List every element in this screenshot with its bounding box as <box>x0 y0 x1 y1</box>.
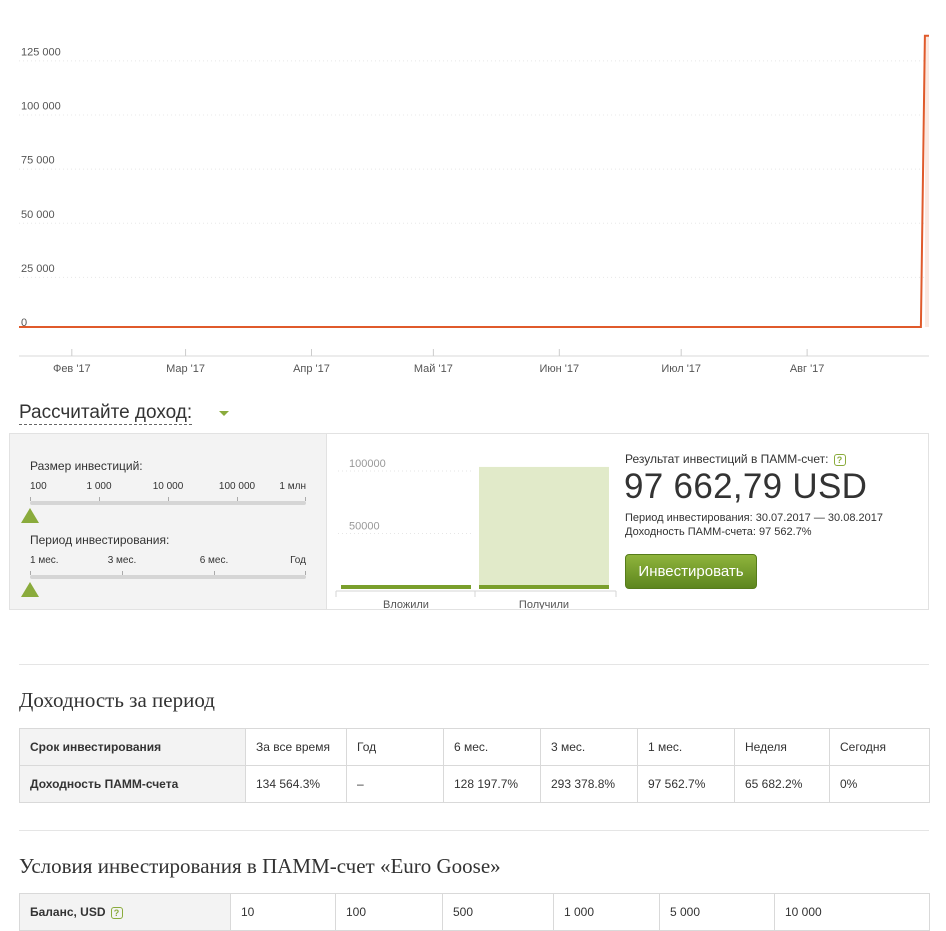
result-period: Период инвестирования: 30.07.2017 — 30.0… <box>625 512 883 524</box>
equity-line-chart: 125 000100 00075 00050 00025 0000Фев '17… <box>0 0 946 385</box>
investment-period-slider[interactable] <box>30 575 306 579</box>
table-cell: – <box>347 766 444 803</box>
table-cell: 0% <box>830 766 930 803</box>
bar-category-label: Вложили <box>383 599 429 609</box>
y-tick-label: 25 000 <box>21 263 55 275</box>
y-tick-label: 75 000 <box>21 155 55 167</box>
table-cell: За все время <box>246 729 347 766</box>
invest-button[interactable]: Инвестировать <box>625 554 757 589</box>
table-cell: 293 378.8% <box>541 766 638 803</box>
slider-tick-mark <box>30 571 31 575</box>
table-cell: 128 197.7% <box>444 766 541 803</box>
bar-grid-label: 100000 <box>349 458 386 470</box>
table-cell: Сегодня <box>830 729 930 766</box>
calculator-panel: Размер инвестиций: 100 1 000 10 000 100 000… <box>9 433 929 610</box>
result-label: Результат инвестиций в ПАММ-счет:? <box>625 452 846 466</box>
equity-chart: 125 000100 00075 00050 00025 0000Фев '17… <box>0 0 946 385</box>
result-yield: Доходность ПАММ-счета: 97 562.7% <box>625 526 812 538</box>
result-bar-chart: 100000 50000 Вложили Получили <box>328 434 622 609</box>
bar-base <box>479 585 609 589</box>
slider-tick-label[interactable]: 100 000 <box>219 481 255 492</box>
table-cell: 10 000 <box>775 894 930 931</box>
slider-tick-label[interactable]: 1 000 <box>86 481 111 492</box>
series-area <box>925 36 929 327</box>
bar <box>479 467 609 589</box>
table-cell: 97 562.7% <box>638 766 735 803</box>
result-label-text: Результат инвестиций в ПАММ-счет: <box>625 452 829 466</box>
investment-period-label: Период инвестирования: <box>30 533 169 547</box>
table-row: Доходность ПАММ-счета 134 564.3% – 128 1… <box>20 766 930 803</box>
investment-period-ticks: 1 мес. 3 мес. 6 мес. Год <box>30 555 306 567</box>
table-cell: 500 <box>443 894 554 931</box>
calculator-sliders: Размер инвестиций: 100 1 000 10 000 100 000… <box>10 434 327 609</box>
result-panel: Результат инвестиций в ПАММ-счет:? 97 66… <box>625 434 925 609</box>
slider-tick-mark <box>122 571 123 575</box>
table-row: Баланс, USD? 10 100 500 1 000 5 000 10 0… <box>20 894 930 931</box>
slider-tick-label[interactable]: 6 мес. <box>200 555 229 566</box>
slider-tick-mark <box>30 497 31 501</box>
table-cell: 100 <box>336 894 443 931</box>
table-cell: 6 мес. <box>444 729 541 766</box>
investment-size-handle[interactable] <box>21 508 39 523</box>
series-line <box>19 36 929 327</box>
row-header: Доходность ПАММ-счета <box>20 766 246 803</box>
y-tick-label: 50 000 <box>21 209 55 221</box>
row-header: Срок инвестирования <box>20 729 246 766</box>
result-bar-chart-svg: 100000 50000 Вложили Получили <box>328 434 622 609</box>
slider-tick-mark <box>214 571 215 575</box>
table-row: Срок инвестирования За все время Год 6 м… <box>20 729 930 766</box>
x-tick-label: Июн '17 <box>540 363 580 375</box>
x-tick-label: Апр '17 <box>293 363 330 375</box>
slider-tick-label[interactable]: 100 <box>30 481 47 492</box>
table-cell: 5 000 <box>660 894 775 931</box>
help-icon[interactable]: ? <box>111 907 123 919</box>
slider-tick-label[interactable]: Год <box>290 555 306 566</box>
table-cell: 65 682.2% <box>735 766 830 803</box>
table-cell: 3 мес. <box>541 729 638 766</box>
bar-category-label: Получили <box>519 599 569 609</box>
investment-size-slider[interactable] <box>30 501 306 505</box>
slider-tick-label[interactable]: 3 мес. <box>108 555 137 566</box>
x-tick-label: Фев '17 <box>53 363 91 375</box>
bar-grid-label: 50000 <box>349 521 380 533</box>
x-tick-label: Мар '17 <box>166 363 205 375</box>
investment-period-handle[interactable] <box>21 582 39 597</box>
slider-tick-mark <box>99 497 100 501</box>
calculator-title[interactable]: Рассчитайте доход: <box>19 402 192 425</box>
slider-tick-mark <box>305 497 306 501</box>
slider-tick-label[interactable]: 1 мес. <box>30 555 59 566</box>
x-tick-label: Июл '17 <box>661 363 701 375</box>
result-value: 97 662,79 USD <box>624 467 867 507</box>
slider-tick-mark <box>237 497 238 501</box>
conditions-title: Условия инвестирования в ПАММ-счет «Euro… <box>19 854 501 879</box>
y-tick-label: 100 000 <box>21 101 61 113</box>
x-tick-label: Авг '17 <box>790 363 825 375</box>
divider <box>19 664 929 665</box>
returns-title: Доходность за период <box>19 688 215 713</box>
divider <box>19 830 929 831</box>
slider-tick-label[interactable]: 10 000 <box>153 481 184 492</box>
row-header: Баланс, USD? <box>20 894 231 931</box>
table-cell: 10 <box>231 894 336 931</box>
conditions-table: Баланс, USD? 10 100 500 1 000 5 000 10 0… <box>19 893 930 931</box>
help-icon[interactable]: ? <box>834 454 846 466</box>
table-cell: 134 564.3% <box>246 766 347 803</box>
returns-table: Срок инвестирования За все время Год 6 м… <box>19 728 930 803</box>
table-cell: Неделя <box>735 729 830 766</box>
slider-tick-mark <box>168 497 169 501</box>
investment-size-label: Размер инвестиций: <box>30 459 143 473</box>
y-tick-label: 125 000 <box>21 46 61 58</box>
bar-base <box>341 585 471 589</box>
table-cell: Год <box>347 729 444 766</box>
table-cell: 1 мес. <box>638 729 735 766</box>
investment-size-ticks: 100 1 000 10 000 100 000 1 млн <box>30 481 306 493</box>
table-cell: 1 000 <box>554 894 660 931</box>
slider-tick-mark <box>305 571 306 575</box>
balance-label: Баланс, USD <box>30 905 106 919</box>
chevron-down-icon[interactable] <box>219 411 229 416</box>
slider-tick-label[interactable]: 1 млн <box>279 481 306 492</box>
x-tick-label: Май '17 <box>414 363 453 375</box>
